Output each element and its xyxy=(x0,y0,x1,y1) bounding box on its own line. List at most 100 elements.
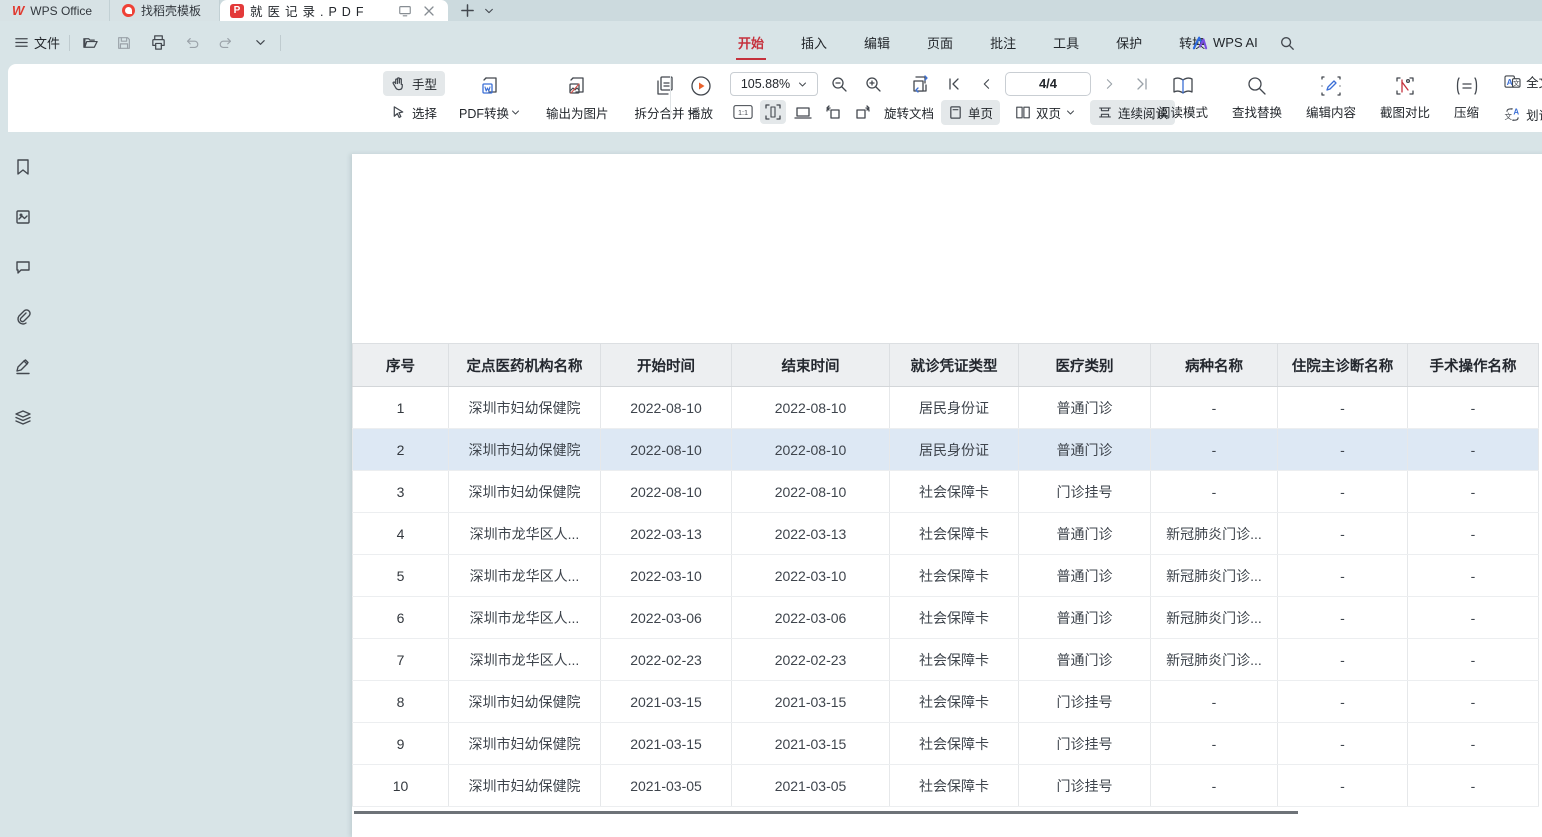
table-cell: 10 xyxy=(353,765,449,807)
svg-text:文: 文 xyxy=(1505,111,1513,121)
table-header-cell: 医疗类别 xyxy=(1019,344,1151,387)
table-cell: - xyxy=(1278,513,1408,555)
word-translate-button[interactable]: 文 A 划词翻译 xyxy=(1497,102,1542,127)
screenshot-compare-icon xyxy=(1394,75,1416,97)
tab-label: 找稻壳模板 xyxy=(141,2,201,19)
thumbnail-icon[interactable] xyxy=(11,205,35,229)
play-slideshow-button[interactable]: 播放 xyxy=(682,70,719,126)
menu-tab-5[interactable]: 工具 xyxy=(1051,29,1081,56)
full-translate-button[interactable]: A 文 全文翻译 xyxy=(1497,69,1542,94)
next-page-icon[interactable] xyxy=(1097,72,1123,96)
word-translate-label: 划词翻译 xyxy=(1526,105,1542,124)
single-page-view-button[interactable]: 单页 xyxy=(941,100,1000,125)
zoom-level-combobox[interactable]: 105.88% xyxy=(730,72,818,96)
menu-tab-2[interactable]: 编辑 xyxy=(862,29,892,56)
file-menu-button[interactable]: 文件 xyxy=(14,33,60,52)
print-icon[interactable] xyxy=(147,32,169,54)
table-cell: 新冠肺炎门诊... xyxy=(1151,513,1278,555)
read-mode-button[interactable]: 阅读模式 xyxy=(1152,71,1214,125)
rotate-left-icon[interactable] xyxy=(820,100,846,124)
menu-tab-3[interactable]: 页面 xyxy=(925,29,955,56)
tab-wps-office[interactable]: W WPS Office xyxy=(0,0,110,21)
tab-document-pdf[interactable]: P 就医记录.PDF xyxy=(220,0,448,21)
table-cell: - xyxy=(1278,429,1408,471)
rotate-right-icon[interactable] xyxy=(850,100,876,124)
more-actions-chevron-icon[interactable] xyxy=(249,32,271,54)
table-cell: 深圳市妇幼保健院 xyxy=(449,471,601,513)
table-cell: 新冠肺炎门诊... xyxy=(1151,639,1278,681)
export-image-icon xyxy=(565,74,589,98)
hamburger-icon xyxy=(14,35,29,50)
table-cell: 深圳市龙华区人... xyxy=(449,555,601,597)
comment-icon[interactable] xyxy=(11,255,35,279)
signature-icon[interactable] xyxy=(11,355,35,379)
menu-search-icon[interactable] xyxy=(1276,32,1298,54)
table-cell: 7 xyxy=(353,639,449,681)
attachment-icon[interactable] xyxy=(11,305,35,329)
wps-ai-icon xyxy=(1192,36,1208,50)
actual-size-icon[interactable]: 1:1 xyxy=(730,100,756,124)
table-header-cell: 手术操作名称 xyxy=(1408,344,1539,387)
table-cell: 普通门诊 xyxy=(1019,387,1151,429)
table-cell: - xyxy=(1408,471,1539,513)
redo-icon[interactable] xyxy=(215,32,237,54)
double-page-view-button[interactable]: 双页 xyxy=(1008,100,1082,125)
edit-content-button[interactable]: 编辑内容 xyxy=(1300,71,1362,125)
cursor-icon xyxy=(391,105,406,120)
tab-label: WPS Office xyxy=(30,4,92,18)
select-tool-button[interactable]: 选择 xyxy=(383,100,445,125)
export-image-button[interactable]: 输出为图片 xyxy=(540,70,615,126)
zoom-in-icon[interactable] xyxy=(860,72,886,96)
table-cell: 普通门诊 xyxy=(1019,555,1151,597)
hand-tool-button[interactable]: 手型 xyxy=(383,71,445,96)
fit-width-icon[interactable] xyxy=(790,100,816,124)
zoom-out-icon[interactable] xyxy=(826,72,852,96)
save-icon[interactable] xyxy=(113,32,135,54)
fit-page-icon[interactable] xyxy=(760,100,786,124)
tab-list-chevron-icon[interactable] xyxy=(480,2,498,20)
table-cell: 社会保障卡 xyxy=(890,513,1019,555)
replace-pages-icon[interactable] xyxy=(908,72,934,96)
monitor-share-icon[interactable] xyxy=(396,2,414,20)
svg-text:文: 文 xyxy=(1513,78,1520,87)
open-book-icon xyxy=(1171,75,1195,97)
bookmark-icon[interactable] xyxy=(11,155,35,179)
table-cell: - xyxy=(1151,723,1278,765)
menu-tab-4[interactable]: 批注 xyxy=(988,29,1018,56)
rotate-doc-label[interactable]: 旋转文档 xyxy=(884,103,934,122)
table-cell: - xyxy=(1151,765,1278,807)
screenshot-compare-label: 截图对比 xyxy=(1380,102,1430,121)
prev-page-icon[interactable] xyxy=(973,72,999,96)
table-cell: 2021-03-15 xyxy=(601,681,732,723)
pdf-convert-button[interactable]: PDF转换 xyxy=(453,70,526,126)
table-row: 4深圳市龙华区人...2022-03-132022-03-13社会保障卡普通门诊… xyxy=(353,513,1539,555)
table-cell: - xyxy=(1278,765,1408,807)
first-page-icon[interactable] xyxy=(941,72,967,96)
table-cell: 深圳市龙华区人... xyxy=(449,597,601,639)
table-cell: 社会保障卡 xyxy=(890,471,1019,513)
table-cell: 深圳市龙华区人... xyxy=(449,639,601,681)
menu-tab-6[interactable]: 保护 xyxy=(1114,29,1144,56)
find-replace-button[interactable]: 查找替换 xyxy=(1226,71,1288,125)
table-row: 5深圳市龙华区人...2022-03-102022-03-10社会保障卡普通门诊… xyxy=(353,555,1539,597)
docer-icon xyxy=(122,4,135,17)
undo-icon[interactable] xyxy=(181,32,203,54)
new-tab-button[interactable] xyxy=(458,2,476,20)
wps-ai-button[interactable]: WPS AI xyxy=(1192,35,1258,50)
menu-tab-1[interactable]: 插入 xyxy=(799,29,829,56)
table-bottom-border xyxy=(354,811,1298,814)
table-header-cell: 结束时间 xyxy=(732,344,890,387)
open-file-icon[interactable] xyxy=(79,32,101,54)
layers-icon[interactable] xyxy=(11,405,35,429)
compress-button[interactable]: 压缩 xyxy=(1448,71,1485,125)
close-tab-icon[interactable] xyxy=(420,2,438,20)
svg-text:1:1: 1:1 xyxy=(738,108,748,117)
table-cell: 2022-03-13 xyxy=(732,513,890,555)
menu-tab-0[interactable]: 开始 xyxy=(736,29,766,56)
tab-bar: W WPS Office 找稻壳模板 P 就医记录.PDF xyxy=(0,0,1542,21)
tab-docer-templates[interactable]: 找稻壳模板 xyxy=(110,0,220,21)
table-cell: 5 xyxy=(353,555,449,597)
table-cell: - xyxy=(1278,723,1408,765)
screenshot-compare-button[interactable]: 截图对比 xyxy=(1374,71,1436,125)
page-number-input[interactable]: 4/4 xyxy=(1005,72,1091,96)
